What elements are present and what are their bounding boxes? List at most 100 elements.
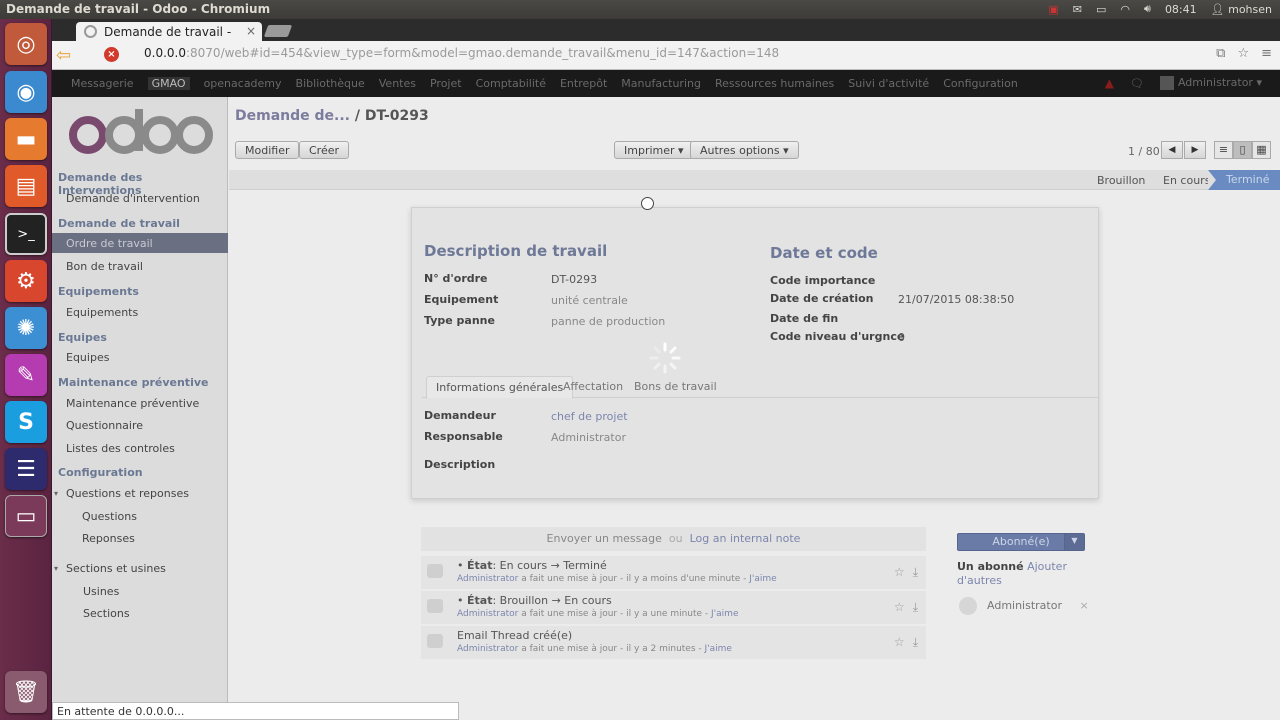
archive-icon[interactable]: ⤓	[913, 635, 918, 650]
message-author[interactable]: Administrator	[457, 574, 518, 584]
chromium-icon[interactable]: ◉	[5, 71, 47, 113]
close-tab-icon[interactable]: ×	[246, 24, 256, 38]
sidebar-item-usines[interactable]: Usines	[83, 585, 119, 598]
bookmark-star-icon[interactable]: ☆	[1237, 46, 1249, 61]
message-author[interactable]: Administrator	[457, 609, 518, 619]
user-menu[interactable]: 👤︎ mohsen	[1211, 3, 1272, 16]
log-note-link[interactable]: Log an internal note	[690, 532, 801, 545]
like-link[interactable]: J'aime	[711, 609, 738, 619]
tab-bons-travail[interactable]: Bons de travail	[625, 376, 726, 397]
value-equipement[interactable]: unité centrale	[551, 294, 628, 307]
app-icon[interactable]: ✺	[5, 307, 47, 349]
new-tab-button[interactable]	[263, 25, 293, 37]
back-arrow-icon[interactable]: ⇦	[56, 45, 78, 67]
top-menu-item-11[interactable]: Configuration	[943, 77, 1018, 90]
sidebar-item-ordre-travail[interactable]: Ordre de travail	[52, 233, 228, 253]
dash-home-icon[interactable]: ◎	[5, 23, 47, 65]
chat-icon[interactable]: 🗨︎	[1130, 77, 1144, 90]
sidebar-item-reponses[interactable]: Reponses	[82, 532, 135, 545]
skype-icon[interactable]: S	[5, 401, 47, 443]
volume-icon[interactable]: 🔊︎	[1144, 2, 1151, 16]
collapse-caret-icon[interactable]: ▾	[54, 564, 58, 573]
wifi-icon[interactable]: ◠	[1120, 3, 1130, 16]
create-button[interactable]: Créer	[299, 141, 350, 159]
state-en-cours[interactable]: En cours	[1163, 174, 1210, 187]
software-center-icon[interactable]: ▤	[5, 165, 47, 207]
follower-name[interactable]: Administrator	[987, 599, 1062, 612]
user-menu-odoo[interactable]: Administrator ▾	[1159, 76, 1262, 90]
edit-button[interactable]: Modifier	[235, 141, 300, 159]
settings-icon[interactable]: ⚙	[5, 260, 47, 302]
files-icon[interactable]: ▬	[5, 118, 47, 160]
sidebar-item-sections[interactable]: Sections	[83, 607, 130, 620]
terminal-icon[interactable]: >_	[5, 213, 47, 255]
top-menu-item-8[interactable]: Manufacturing	[621, 77, 701, 90]
trash-icon[interactable]: 🗑︎	[5, 671, 47, 713]
message-author[interactable]: Administrator	[457, 644, 518, 654]
like-link[interactable]: J'aime	[749, 574, 776, 584]
value-demandeur[interactable]: chef de projet	[551, 410, 628, 423]
mail-icon[interactable]: ✉	[1073, 3, 1082, 16]
sidebar-item-equipements[interactable]: Equipements	[66, 306, 138, 319]
print-button[interactable]: Imprimer ▾	[614, 141, 694, 159]
clock[interactable]: 08:41	[1165, 3, 1197, 16]
top-menu-item-9[interactable]: Ressources humaines	[715, 77, 834, 90]
top-menu-item-7[interactable]: Entrepôt	[560, 77, 607, 90]
translate-icon[interactable]: ⧉	[1216, 46, 1225, 61]
sidebar-item-sections-usines[interactable]: Sections et usines	[66, 562, 166, 575]
archive-icon[interactable]: ⤓	[913, 565, 918, 580]
tab-informations-generales[interactable]: Informations générales	[426, 376, 574, 399]
sidebar-item-questions-reponses[interactable]: Questions et reponses	[66, 487, 189, 500]
message-body: Email Thread créé(e)	[457, 629, 572, 642]
star-icon[interactable]: ☆	[894, 565, 905, 580]
state-brouillon[interactable]: Brouillon	[1097, 174, 1145, 187]
video-editor-icon[interactable]: ✎	[5, 354, 47, 396]
star-icon[interactable]: ☆	[894, 635, 905, 650]
sidebar-item-questionnaire[interactable]: Questionnaire	[66, 419, 143, 432]
remove-follower-icon[interactable]: ×	[1080, 599, 1089, 612]
breadcrumb-parent[interactable]: Demande de...	[235, 108, 350, 124]
warning-icon[interactable]: ▲	[1105, 76, 1114, 90]
value-type-panne[interactable]: panne de production	[551, 315, 665, 328]
workspace-icon[interactable]: ▭	[5, 495, 47, 537]
sidebar-item-listes-controles[interactable]: Listes des controles	[66, 442, 175, 455]
label-numero-ordre: N° d'ordre	[424, 272, 488, 285]
top-menu-item-3[interactable]: Bibliothèque	[296, 77, 365, 90]
star-icon[interactable]: ☆	[894, 600, 905, 615]
address-bar[interactable]: 0.0.0.0:8070/web#id=454&view_type=form&m…	[144, 46, 779, 60]
tab-affectation[interactable]: Affectation	[554, 376, 632, 397]
more-options-button[interactable]: Autres options ▾	[690, 141, 799, 159]
sidebar-item-bon-travail[interactable]: Bon de travail	[66, 260, 143, 273]
battery-icon[interactable]: ▭	[1096, 3, 1106, 16]
collapse-caret-icon[interactable]: ▾	[54, 489, 58, 498]
top-menu-item-1[interactable]: GMAO	[147, 77, 190, 90]
follow-button[interactable]: Abonné(e) ▼	[957, 533, 1085, 551]
archive-icon[interactable]: ⤓	[913, 600, 918, 615]
top-menu-item-5[interactable]: Projet	[430, 77, 462, 90]
network-icon[interactable]: ▣	[1048, 3, 1058, 16]
pager-previous-button[interactable]: ◀	[1161, 141, 1183, 159]
value-responsable[interactable]: Administrator	[551, 431, 626, 444]
top-menu-item-10[interactable]: Suivi d'activité	[848, 77, 929, 90]
sidebar-item-demande-intervention[interactable]: Demande d'intervention	[66, 192, 200, 205]
sidebar-item-equipes[interactable]: Equipes	[66, 351, 109, 364]
like-link[interactable]: J'aime	[705, 644, 732, 654]
calendar-view-icon[interactable]: ▦	[1252, 141, 1271, 159]
top-menu-item-6[interactable]: Comptabilité	[476, 77, 546, 90]
message-avatar-icon	[427, 564, 443, 578]
sidebar-item-questions[interactable]: Questions	[82, 510, 137, 523]
sidebar-item-maintenance-preventive[interactable]: Maintenance préventive	[66, 397, 199, 410]
menu-icon[interactable]: ≡	[1261, 46, 1272, 61]
top-menu-item-2[interactable]: openacademy	[204, 77, 282, 90]
state-termine[interactable]: Terminé	[1208, 170, 1280, 190]
top-menu-item-0[interactable]: Messagerie	[71, 77, 134, 90]
stop-loading-icon[interactable]: ×	[104, 47, 119, 62]
form-view-icon[interactable]: ▯	[1233, 141, 1252, 159]
browser-tab[interactable]: Demande de travail - ×	[76, 22, 262, 41]
list-view-icon[interactable]: ≡	[1214, 141, 1233, 159]
chevron-down-icon[interactable]: ▼	[1064, 534, 1084, 550]
pager-next-button[interactable]: ▶	[1184, 141, 1206, 159]
eclipse-icon[interactable]: ☰	[5, 448, 47, 490]
top-menu-item-4[interactable]: Ventes	[379, 77, 416, 90]
send-message-link[interactable]: Envoyer un message	[547, 532, 662, 545]
